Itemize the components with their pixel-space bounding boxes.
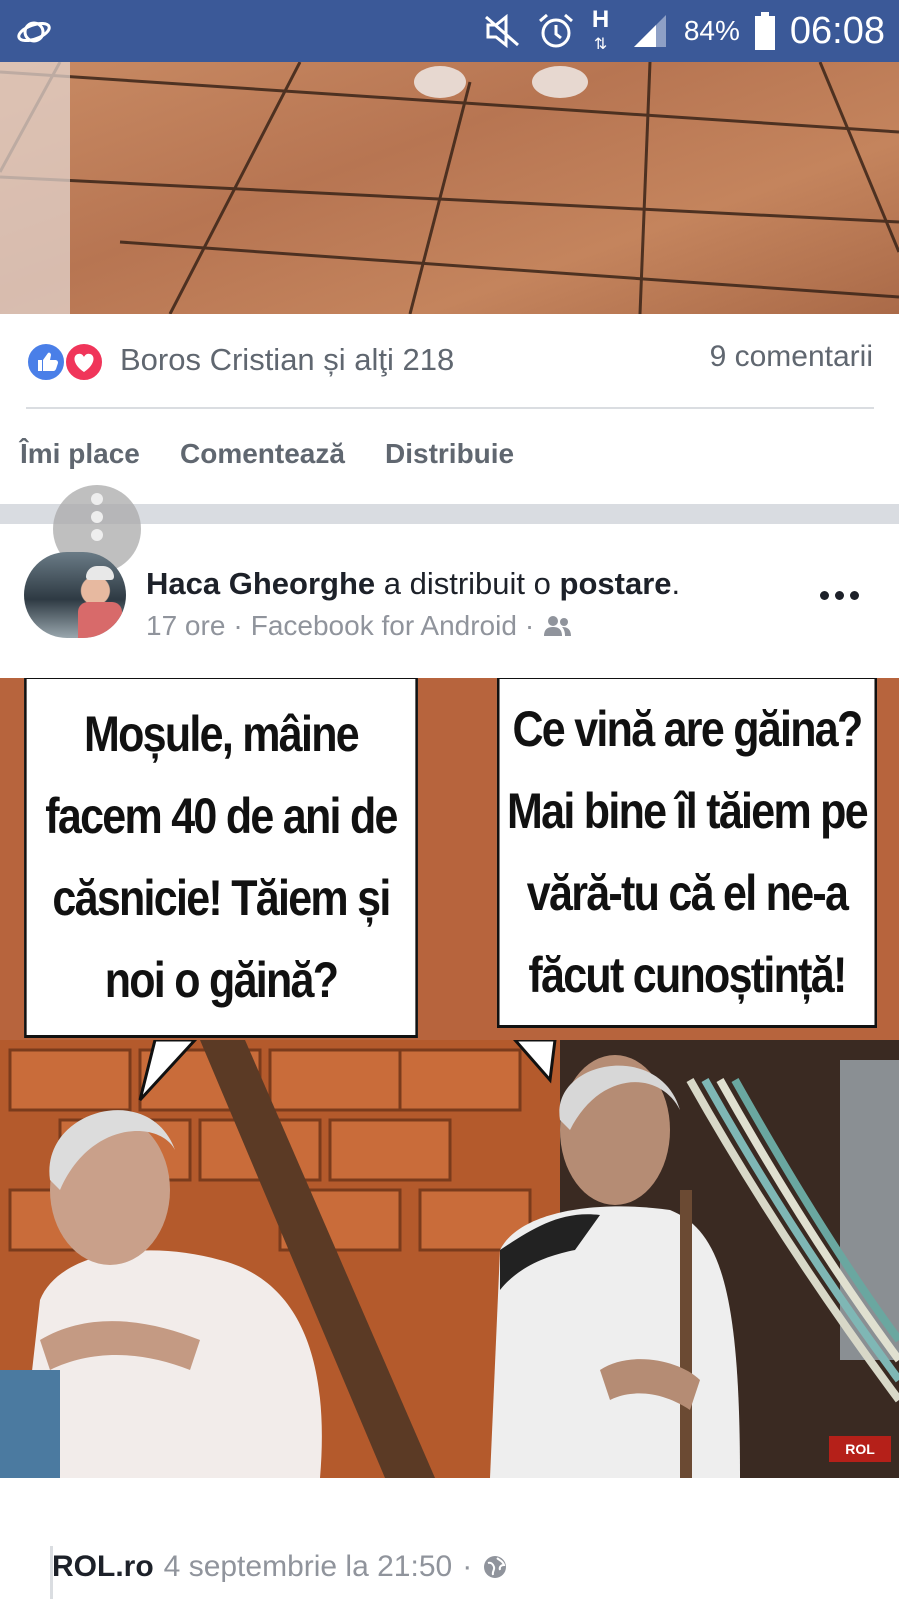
post-header-title: Haca Gheorghe a distribuit o postare. [146, 566, 681, 601]
share-button[interactable]: Distribuie [385, 438, 514, 470]
comments-count[interactable]: 9 comentarii [710, 340, 873, 374]
post-link[interactable]: postare [560, 566, 672, 601]
elderly-couple-photo [0, 1040, 899, 1478]
post-actions: Îmi place Comentează Distribuie [0, 428, 899, 484]
author-name[interactable]: Haca Gheorghe [146, 566, 375, 601]
shared-post-date[interactable]: 4 septembrie la 21:50 [164, 1550, 453, 1584]
reaction-names[interactable]: Boros Cristian și alţi 218 [120, 342, 454, 378]
shared-action-text: a distribuit o [383, 566, 551, 601]
mute-icon [484, 13, 519, 49]
post-source: Facebook for Android [250, 610, 517, 641]
reaction-icons [26, 342, 106, 382]
clock: 06:08 [789, 9, 885, 52]
status-bar: H ⇅ 84% 06:08 [0, 0, 899, 62]
like-button[interactable]: Îmi place [20, 438, 140, 470]
speech-bubble-left: Moșule, mâine facem 40 de ani de căsnici… [24, 678, 418, 1038]
previous-post-photo[interactable] [0, 62, 899, 314]
network-type: H [591, 6, 610, 33]
speech-bubble-right: Ce vină are găina? Mai bine îl tăiem pe … [496, 678, 878, 1028]
signal-icon [633, 15, 666, 47]
post-options-button[interactable] [818, 580, 868, 610]
alarm-icon [538, 13, 573, 48]
post-image[interactable]: Moșule, mâine facem 40 de ani de căsnici… [0, 678, 899, 1478]
divider [26, 407, 874, 409]
globe-icon [484, 1556, 507, 1578]
meme-text-right: Ce vină are găina? Mai bine îl tăiem pe … [507, 701, 869, 1003]
rol-watermark: ROL [829, 1436, 891, 1462]
battery-percent: 84% [683, 15, 740, 46]
shared-page-name[interactable]: ROL.ro [52, 1550, 154, 1584]
battery-icon [754, 12, 775, 50]
like-icon [26, 342, 66, 382]
shared-post-header: ROL.ro 4 septembrie la 21:50 · [52, 1550, 508, 1584]
reactions-row[interactable]: Boros Cristian și alţi 218 9 comentarii [0, 322, 899, 402]
post-meta: 17 ore · Facebook for Android · [146, 610, 574, 642]
meme-text-left: Moșule, mâine facem 40 de ani de căsnici… [45, 706, 398, 1008]
comment-button[interactable]: Comentează [180, 438, 345, 470]
network-arrows-icon: H ⇅ [591, 6, 610, 53]
love-icon [64, 342, 104, 382]
friends-icon [544, 616, 572, 636]
post-time[interactable]: 17 ore [146, 610, 225, 642]
saturn-icon [17, 21, 51, 43]
avatar[interactable] [24, 552, 126, 638]
